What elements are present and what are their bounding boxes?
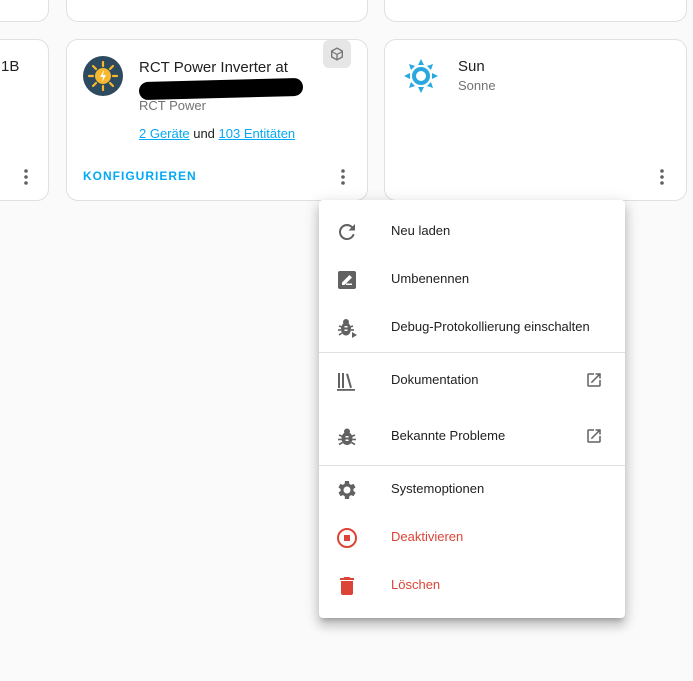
left-card-overflow-button[interactable] bbox=[14, 165, 38, 189]
menu-label-reload: Neu laden bbox=[391, 223, 451, 238]
menu-item-reload[interactable]: Neu laden bbox=[319, 208, 625, 256]
top-middle-card bbox=[66, 0, 368, 22]
left-card-title-fragment: 1B bbox=[1, 58, 20, 75]
redacted-name bbox=[138, 77, 304, 101]
package-icon bbox=[331, 47, 343, 61]
menu-label-disable: Deaktivieren bbox=[391, 529, 464, 544]
more-vertical-icon bbox=[660, 169, 664, 185]
menu-item-known-issues[interactable]: Bekannte Probleme bbox=[319, 413, 625, 461]
top-left-overflow-button[interactable] bbox=[14, 0, 38, 4]
open-in-new-icon bbox=[587, 373, 601, 387]
overflow-menu: Neu laden Umbenennen Debug-Protokollieru… bbox=[319, 200, 625, 618]
top-middle-overflow-button[interactable] bbox=[332, 0, 356, 4]
configure-button[interactable]: KONFIGURIEREN bbox=[83, 169, 197, 183]
trash-icon bbox=[340, 577, 354, 595]
rct-card-title: RCT Power Inverter at bbox=[139, 59, 288, 76]
menu-label-debug-logging: Debug-Protokollierung einschalten bbox=[391, 319, 590, 334]
top-right-card bbox=[384, 0, 687, 22]
rct-card-links: 2 Geräte und 103 Entitäten bbox=[139, 126, 295, 141]
rct-card-overflow-button[interactable] bbox=[331, 165, 355, 189]
sun-card[interactable]: Sun Sonne bbox=[384, 39, 687, 201]
top-left-card bbox=[0, 0, 49, 22]
left-partial-card[interactable]: 1B bbox=[0, 39, 49, 201]
menu-label-delete: Löschen bbox=[391, 577, 441, 592]
more-vertical-icon bbox=[24, 169, 28, 185]
menu-label-known-issues: Bekannte Probleme bbox=[391, 428, 506, 443]
menu-item-system-options[interactable]: Systemoptionen bbox=[319, 466, 625, 514]
open-in-new-icon bbox=[587, 429, 601, 443]
rct-card-subtitle: RCT Power bbox=[139, 98, 206, 113]
devices-link[interactable]: 2 Geräte bbox=[139, 126, 190, 141]
menu-label-system-options: Systemoptionen bbox=[391, 481, 485, 496]
entities-link[interactable]: 103 Entitäten bbox=[219, 126, 296, 141]
sun-card-overflow-button[interactable] bbox=[650, 165, 674, 189]
rename-icon bbox=[338, 271, 356, 289]
menu-item-disable[interactable]: Deaktivieren bbox=[319, 514, 625, 562]
menu-item-rename[interactable]: Umbenennen bbox=[319, 256, 625, 304]
bookshelf-icon bbox=[337, 373, 355, 391]
bug-play-icon bbox=[338, 319, 357, 338]
and-text: und bbox=[193, 126, 215, 141]
custom-integration-badge bbox=[323, 40, 351, 68]
more-vertical-icon bbox=[341, 169, 345, 185]
rct-power-card[interactable]: RCT Power Inverter at RCT Power 2 Geräte… bbox=[66, 39, 368, 201]
menu-divider bbox=[319, 352, 625, 353]
menu-item-documentation[interactable]: Dokumentation bbox=[319, 357, 625, 405]
bug-icon bbox=[338, 428, 356, 446]
gear-icon bbox=[338, 481, 356, 499]
menu-label-rename: Umbenennen bbox=[391, 271, 470, 286]
sun-card-subtitle: Sonne bbox=[458, 78, 496, 93]
reload-icon bbox=[339, 224, 355, 240]
stop-circle-icon bbox=[337, 528, 357, 548]
rct-logo-icon bbox=[83, 56, 123, 96]
sun-card-title: Sun bbox=[458, 58, 485, 75]
menu-label-documentation: Dokumentation bbox=[391, 372, 479, 387]
sun-icon bbox=[404, 59, 438, 93]
menu-item-delete[interactable]: Löschen bbox=[319, 562, 625, 610]
menu-item-debug-logging[interactable]: Debug-Protokollierung einschalten bbox=[319, 304, 625, 352]
